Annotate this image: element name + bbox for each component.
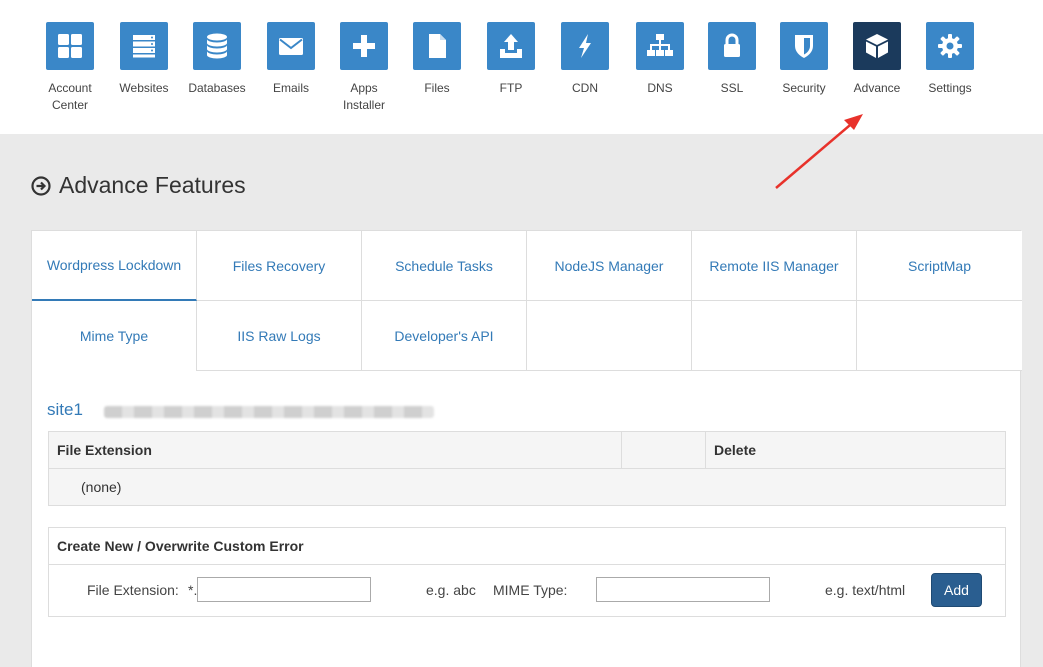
tab-developers-api[interactable]: Developer's API xyxy=(362,301,527,371)
nav-advance[interactable]: Advance xyxy=(842,22,912,97)
file-extension-input[interactable] xyxy=(197,577,371,602)
form-row: File Extension: *. e.g. abc MIME Type: e… xyxy=(49,565,1005,617)
nav-dns[interactable]: DNS xyxy=(625,22,695,97)
nav-label: Files xyxy=(424,81,450,95)
nav-apps-installer[interactable]: Apps Installer xyxy=(329,22,399,114)
nav-cdn[interactable]: CDN xyxy=(550,22,620,97)
nav-label: SSL xyxy=(720,81,744,95)
nav-emails[interactable]: Emails xyxy=(256,22,326,97)
feature-tabs: Wordpress Lockdown Files Recovery Schedu… xyxy=(32,231,1022,371)
mime-type-label: MIME Type: xyxy=(493,582,568,598)
apps-installer-icon xyxy=(340,22,388,70)
tab-wordpress-lockdown[interactable]: Wordpress Lockdown xyxy=(32,231,197,301)
page-title: Advance Features xyxy=(31,172,246,199)
tab-label: IIS Raw Logs xyxy=(237,327,321,344)
nav-ssl[interactable]: SSL xyxy=(697,22,767,97)
nav-label: Emails xyxy=(272,81,309,95)
databases-icon xyxy=(193,22,241,70)
nav-label: DNS xyxy=(647,81,673,95)
emails-icon xyxy=(267,22,315,70)
column-header-delete: Delete xyxy=(705,431,1006,469)
column-header-blank xyxy=(621,431,706,469)
nav-files[interactable]: Files xyxy=(402,22,472,97)
files-icon xyxy=(413,22,461,70)
websites-icon xyxy=(120,22,168,70)
tab-nodejs-manager[interactable]: NodeJS Manager xyxy=(527,231,692,301)
nav-label: CDN xyxy=(572,81,598,95)
add-button[interactable]: Add xyxy=(931,573,982,607)
nav-settings[interactable]: Settings xyxy=(915,22,985,97)
account-center-icon xyxy=(46,22,94,70)
top-navigation: Account Center Websites Databases Emails… xyxy=(0,0,1043,134)
tab-label: Schedule Tasks xyxy=(395,257,493,274)
nav-websites[interactable]: Websites xyxy=(109,22,179,97)
site-name: site1 xyxy=(47,400,83,419)
dns-icon xyxy=(636,22,684,70)
column-header-file-extension: File Extension xyxy=(48,431,622,469)
tab-mime-type[interactable]: Mime Type xyxy=(32,301,197,371)
mime-type-table: File Extension Delete (none) xyxy=(48,431,1006,506)
tab-empty-slot xyxy=(692,301,857,371)
table-header-row: File Extension Delete xyxy=(48,431,1006,469)
circle-arrow-right-icon xyxy=(31,175,51,196)
form-title: Create New / Overwrite Custom Error xyxy=(49,528,1005,565)
nav-label: FTP xyxy=(499,81,523,95)
settings-icon xyxy=(926,22,974,70)
nav-label: Settings xyxy=(928,81,972,95)
nav-label: Databases xyxy=(188,81,246,95)
tab-label: Developer's API xyxy=(394,327,494,344)
ssl-icon xyxy=(708,22,756,70)
nav-ftp[interactable]: FTP xyxy=(476,22,546,97)
annotation-arrow-icon xyxy=(775,114,863,189)
mime-type-example: e.g. text/html xyxy=(825,582,906,598)
tab-iis-raw-logs[interactable]: IIS Raw Logs xyxy=(197,301,362,371)
tab-empty-slot xyxy=(527,301,692,371)
nav-label: Websites xyxy=(119,81,169,95)
create-mime-type-form: Create New / Overwrite Custom Error File… xyxy=(48,527,1006,617)
nav-label: Security xyxy=(782,81,826,95)
nav-label: Account Center xyxy=(48,81,92,112)
tab-label: Files Recovery xyxy=(232,257,326,274)
nav-databases[interactable]: Databases xyxy=(182,22,252,97)
mime-type-input[interactable] xyxy=(596,577,770,602)
extension-prefix: *. xyxy=(188,582,198,598)
page-title-text: Advance Features xyxy=(59,172,246,198)
security-icon xyxy=(780,22,828,70)
tab-label: Wordpress Lockdown xyxy=(46,257,182,273)
advance-panel: Wordpress Lockdown Files Recovery Schedu… xyxy=(31,230,1022,667)
redacted-site-info xyxy=(104,406,434,418)
cdn-icon xyxy=(561,22,609,70)
nav-label: Apps Installer xyxy=(342,81,386,112)
tab-label: Mime Type xyxy=(79,328,149,344)
tab-label: Remote IIS Manager xyxy=(709,257,839,274)
tab-empty-slot xyxy=(857,301,1022,371)
tab-remote-iis-manager[interactable]: Remote IIS Manager xyxy=(692,231,857,301)
extension-example: e.g. abc xyxy=(426,582,476,598)
advance-icon xyxy=(853,22,901,70)
empty-table-text: (none) xyxy=(48,468,1006,506)
ftp-icon xyxy=(487,22,535,70)
tab-schedule-tasks[interactable]: Schedule Tasks xyxy=(362,231,527,301)
nav-account-center[interactable]: Account Center xyxy=(35,22,105,114)
nav-security[interactable]: Security xyxy=(769,22,839,97)
nav-label: Advance xyxy=(853,81,901,95)
tab-scriptmap[interactable]: ScriptMap xyxy=(857,231,1022,301)
tab-files-recovery[interactable]: Files Recovery xyxy=(197,231,362,301)
tab-label: ScriptMap xyxy=(907,257,972,274)
table-row: (none) xyxy=(48,468,1006,506)
tab-label: NodeJS Manager xyxy=(554,257,664,274)
file-extension-label: File Extension: xyxy=(87,582,179,598)
